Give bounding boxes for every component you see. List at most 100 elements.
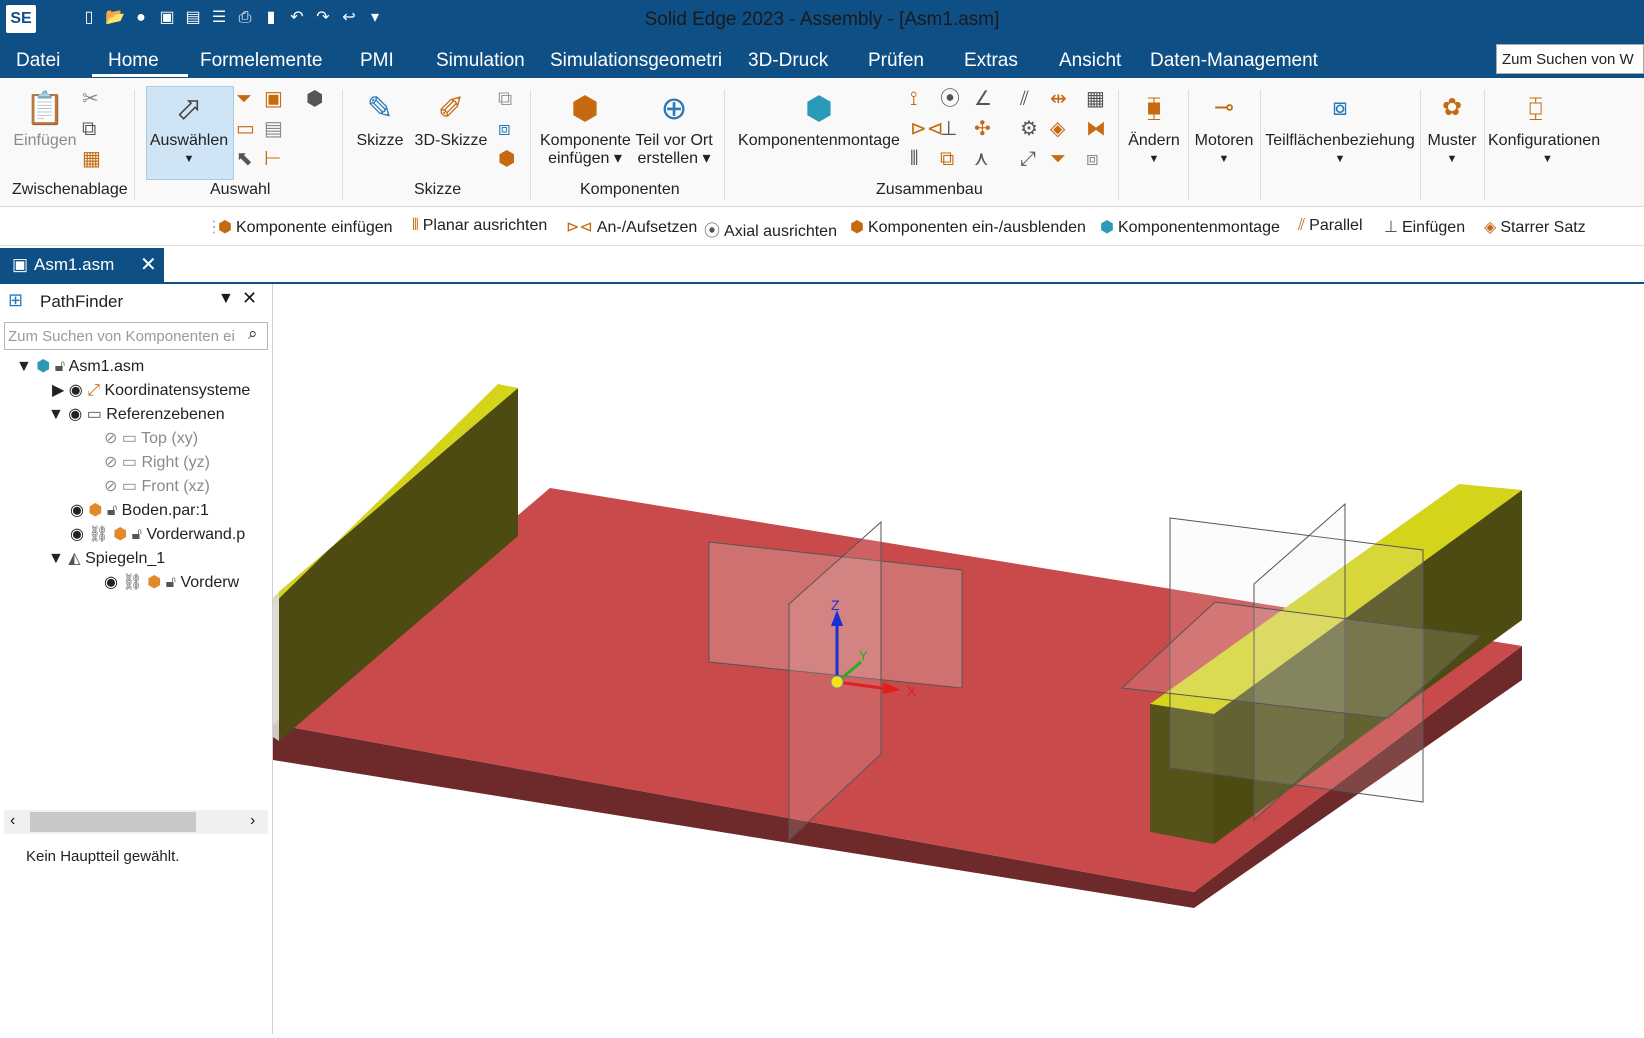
eye-hidden-icon[interactable]: ⊘: [104, 478, 117, 495]
select-cursor-icon[interactable]: ⬉: [236, 148, 253, 170]
scrollbar-thumb[interactable]: [30, 812, 196, 832]
sketch-button[interactable]: ✎ Skizze: [350, 88, 410, 150]
pathfinder-options-icon[interactable]: ▼: [218, 290, 234, 308]
cmd-assemble[interactable]: ⬢ Komponentenmontage: [1100, 217, 1280, 237]
axial-align-icon[interactable]: ⫴: [910, 148, 918, 170]
menu-pruefen[interactable]: Prüfen: [868, 50, 924, 72]
menu-home[interactable]: Home: [108, 50, 159, 72]
left-wall-end[interactable]: [253, 592, 279, 741]
eye-icon[interactable]: ◉: [70, 502, 84, 519]
create-in-place-button[interactable]: ⊕ Teil vor Ort erstellen ▾: [634, 88, 714, 168]
copy-icon[interactable]: ⧉: [82, 118, 96, 140]
tree-item-refplanes[interactable]: ▼ ◉ ▭ Referenzebenen: [48, 404, 225, 424]
assembly-tool-icon-1[interactable]: ▦: [1086, 88, 1105, 110]
tangent-icon[interactable]: ⋏: [974, 148, 989, 170]
menu-simulationsgeometrie[interactable]: Simulationsgeometrie: [550, 50, 722, 72]
modify-button[interactable]: ⧯ Ändern ▼: [1126, 88, 1182, 168]
ground-icon[interactable]: ⏷: [1050, 148, 1066, 170]
command-search-input[interactable]: Zum Suchen von W: [1496, 44, 1644, 74]
face-relate-button[interactable]: ⧇ Teilflächenbeziehung ▼: [1264, 88, 1416, 168]
parallel-icon[interactable]: ⫽: [1020, 88, 1029, 110]
component-search-input[interactable]: Zum Suchen von Komponenten ei: [4, 322, 268, 350]
tree-item-vorderwand-mirrored[interactable]: ◉ ⛓ ⬢ 🔓︎ Vorderw: [104, 572, 266, 592]
collapse-icon[interactable]: ▼: [48, 550, 64, 567]
eye-icon[interactable]: ◉: [68, 406, 82, 423]
sketch-project-icon[interactable]: ⬢: [498, 148, 515, 170]
sketch-3d-button[interactable]: ✐ 3D-Skizze: [414, 88, 488, 150]
collapse-icon[interactable]: ▼: [16, 358, 32, 375]
sketch-include-icon[interactable]: ⧈: [498, 118, 511, 140]
pattern-button[interactable]: ✿ Muster ▼: [1424, 88, 1480, 168]
select-tree-icon[interactable]: ⊢: [264, 148, 281, 170]
insert-icon[interactable]: ⊥: [940, 118, 957, 140]
insert-component-icon: ⬢: [571, 90, 599, 126]
cmd-show-hide-components[interactable]: ⬢ Komponenten ein-/ausblenden: [850, 217, 1086, 237]
sketch-copy-icon[interactable]: ⧉: [498, 88, 512, 110]
cmd-rigid-set[interactable]: ◈ Starrer Satz: [1484, 217, 1644, 237]
cmd-planar-align[interactable]: ⫴ Planar ausrichten: [412, 217, 547, 235]
search-icon[interactable]: ⌕: [248, 324, 258, 344]
select-group-icon[interactable]: ▤: [264, 118, 283, 140]
menu-ansicht[interactable]: Ansicht: [1059, 50, 1121, 72]
scroll-right-icon[interactable]: ›: [250, 812, 255, 830]
assembly-tool-icon-3[interactable]: ⧈: [1086, 148, 1099, 170]
cut-icon[interactable]: ✂: [82, 88, 99, 110]
relation-icon-1[interactable]: ⟟: [910, 88, 917, 110]
menu-simulation[interactable]: Simulation: [436, 50, 525, 72]
tree-item-vorderwand[interactable]: ◉ ⛓ ⬢ 🔓︎ Vorderwand.p: [70, 524, 266, 544]
tree-item-top-plane[interactable]: ⊘ ▭ Top (xy): [104, 428, 198, 448]
expand-icon[interactable]: ▶: [52, 382, 64, 399]
scroll-left-icon[interactable]: ‹: [10, 812, 15, 830]
eye-icon[interactable]: ◉: [69, 382, 83, 399]
tree-item-root[interactable]: ▼ ⬢ 🔓︎ Asm1.asm: [16, 356, 144, 376]
graphics-viewport[interactable]: Z Y X: [253, 284, 1644, 1034]
document-tab-asm1[interactable]: ▣ Asm1.asm ✕: [0, 248, 164, 282]
cmd-axial-align[interactable]: ⦿ Axial ausrichten: [704, 217, 837, 241]
select-box-icon[interactable]: ▭: [236, 118, 255, 140]
gear-icon[interactable]: ⚙: [1020, 118, 1038, 140]
tree-item-right-plane[interactable]: ⊘ ▭ Right (yz): [104, 452, 210, 472]
assembly-tool-icon-2[interactable]: ⧓: [1086, 118, 1106, 140]
cmd-parallel[interactable]: ⫽ Parallel: [1298, 217, 1363, 235]
rigid-set-icon[interactable]: ◈: [1050, 118, 1065, 140]
collapse-icon[interactable]: ▼: [48, 406, 64, 423]
menu-datei[interactable]: Datei: [16, 50, 60, 72]
menu-daten-management[interactable]: Daten-Management: [1150, 50, 1318, 72]
menu-formelemente[interactable]: Formelemente: [200, 50, 323, 72]
select-button[interactable]: ⬀ Auswählen ▼: [146, 88, 232, 168]
insert-component-button[interactable]: ⬢ Komponente einfügen ▾: [540, 88, 631, 168]
eye-icon[interactable]: ◉: [104, 574, 118, 591]
eye-hidden-icon[interactable]: ⊘: [104, 430, 117, 447]
components-view-icon[interactable]: ⬢: [306, 88, 323, 110]
close-icon[interactable]: ✕: [140, 248, 157, 282]
close-icon[interactable]: ✕: [242, 288, 257, 309]
assemble-button[interactable]: ⬢ Komponentenmontage: [736, 88, 902, 150]
menu-pmi[interactable]: PMI: [360, 50, 394, 72]
triad-origin[interactable]: [830, 675, 844, 689]
select-part-icon[interactable]: ▣: [264, 88, 283, 110]
coordinate-icon[interactable]: ⤢: [1020, 148, 1036, 170]
paste-button[interactable]: 📋 Einfügen: [12, 88, 78, 150]
cmd-insert-component[interactable]: ⬢ Komponente einfügen: [218, 217, 393, 237]
tree-item-boden[interactable]: ◉ ⬢ 🔓︎ Boden.par:1: [70, 500, 209, 520]
tree-item-front-plane[interactable]: ⊘ ▭ Front (xz): [104, 476, 210, 496]
tree-item-mirror[interactable]: ▼ ◭ Spiegeln_1: [48, 548, 165, 568]
eye-icon[interactable]: ◉: [70, 526, 84, 543]
cam-icon[interactable]: ✣: [974, 118, 991, 140]
model-view[interactable]: Z Y X: [253, 284, 1644, 1034]
menu-3d-druck[interactable]: 3D-Druck: [748, 50, 828, 72]
cmd-insert[interactable]: ⊥ Einfügen: [1384, 217, 1465, 237]
center-plane-icon[interactable]: ⇹: [1050, 88, 1067, 110]
filter-icon[interactable]: ⏷: [236, 88, 252, 110]
angle-icon[interactable]: ∠: [974, 88, 992, 110]
paste-special-icon[interactable]: ▦: [82, 148, 101, 170]
configurations-button[interactable]: ⧮ Konfigurationen ▼: [1488, 88, 1640, 168]
connect-icon[interactable]: ⧉: [940, 148, 954, 170]
eye-hidden-icon[interactable]: ⊘: [104, 454, 117, 471]
menu-extras[interactable]: Extras: [964, 50, 1018, 72]
relation-icon-2[interactable]: ⦿: [940, 88, 960, 110]
cmd-mate[interactable]: ⊳⊲ An-/Aufsetzen: [566, 217, 697, 237]
tree-item-coords[interactable]: ▶ ◉ ⤢ Koordinatensysteme: [52, 380, 250, 400]
motors-button[interactable]: ⊸ Motoren ▼: [1192, 88, 1256, 168]
mate-icon[interactable]: ⊳⊲: [910, 118, 944, 140]
